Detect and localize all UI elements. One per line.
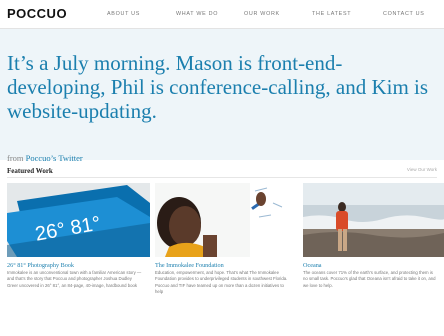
card-image-photography-book[interactable]: 26° 81° [7,183,150,257]
nav-what-we-do[interactable]: WHAT WE DO [176,11,218,17]
tweet-source-prefix: from [7,153,24,163]
card-title-oceana[interactable]: Oceana [303,262,322,269]
nav-about-us[interactable]: ABOUT US [107,11,140,17]
card-desc-immokalee-foundation: Education, empowerment, and hope. That’s… [155,270,288,295]
twitter-link[interactable]: Poccuo’s Twitter [26,153,83,163]
card-desc-oceana: The oceans cover 71% of the earth’s surf… [303,270,436,288]
section-divider [7,177,437,178]
card-desc-photography-book: Immokalee is an unconventional town with… [7,270,142,288]
card-title-photography-book[interactable]: 26° 81° Photography Book [7,262,74,269]
photography-book-image: 26° 81° [7,183,150,257]
tweet-source: from Poccuo’s Twitter [7,153,83,163]
card-image-oceana[interactable] [303,183,444,257]
nav-our-work[interactable]: OUR WORK [244,11,280,17]
hero-tweet: It’s a July morning. Mason is front-end-… [7,51,429,123]
ocean-photo [303,183,444,257]
site-logo[interactable]: POCCUO [7,6,67,21]
hero-banner: It’s a July morning. Mason is front-end-… [0,29,444,163]
card-title-immokalee-foundation[interactable]: The Immokalee Foundation [155,262,224,269]
nav-the-latest[interactable]: THE LATEST [312,11,351,17]
card-image-immokalee-foundation[interactable] [155,183,298,257]
view-all-link[interactable]: View Our Work [407,167,437,172]
nav-contact-us[interactable]: CONTACT US [383,11,425,17]
site-header: POCCUO ABOUT US WHAT WE DO OUR WORK THE … [0,0,444,29]
featured-heading: Featured Work [7,167,53,175]
student-photo [155,183,298,257]
